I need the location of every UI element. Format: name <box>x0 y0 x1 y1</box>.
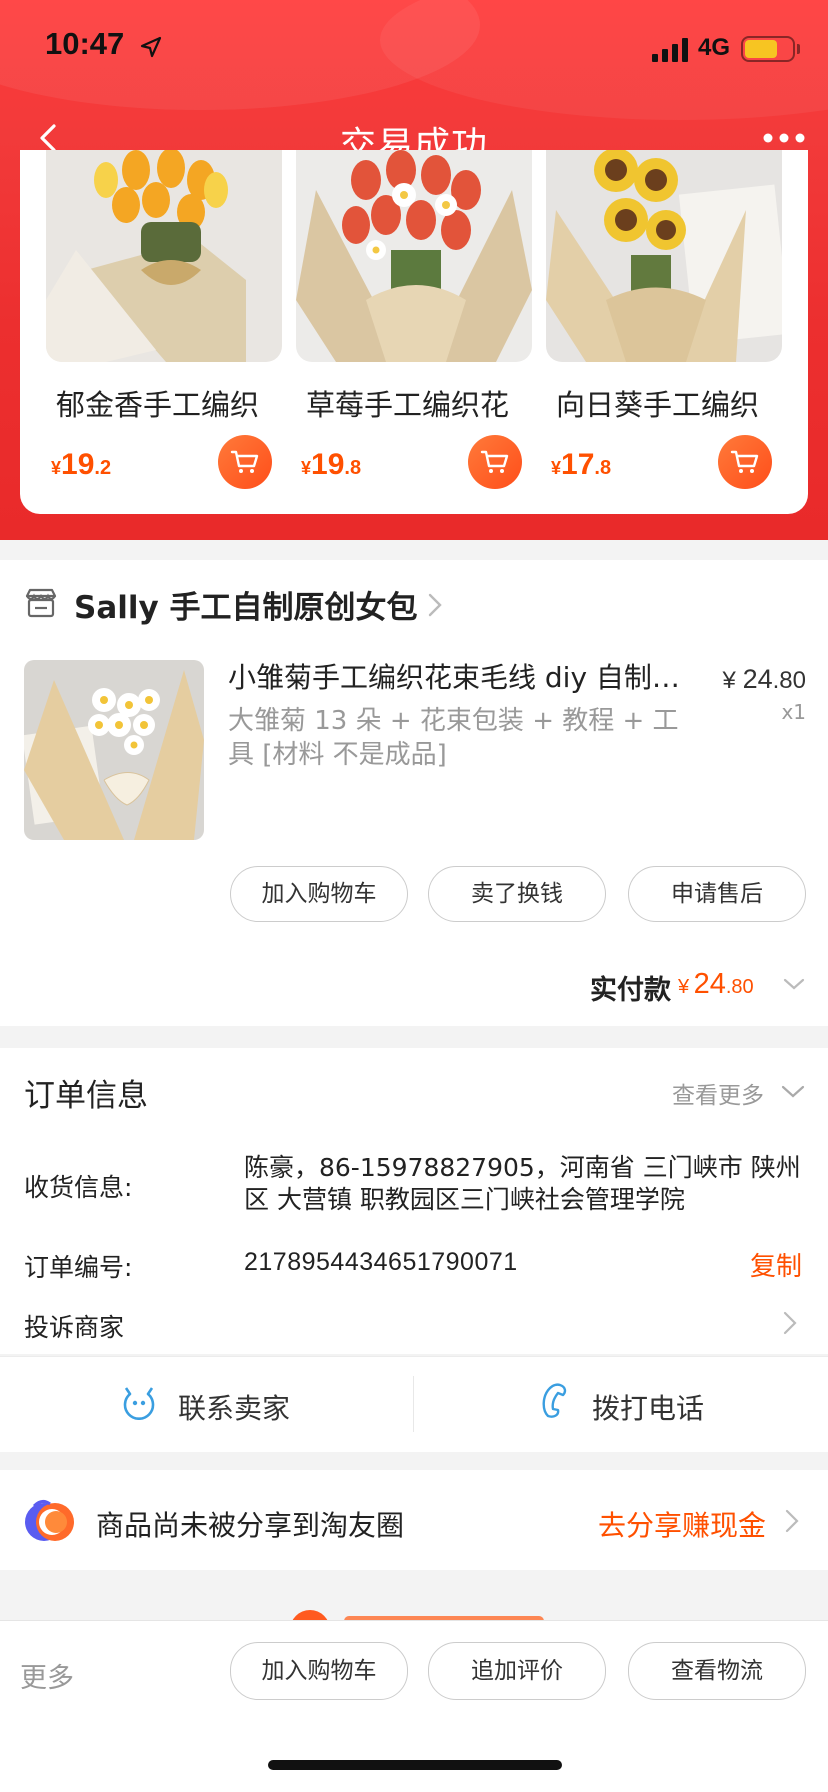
actual-payment-label: 实付款 <box>590 975 671 1006</box>
strawberry-bouquet-image <box>296 150 532 362</box>
more-button[interactable]: 更多 <box>20 1656 74 1695</box>
shop-icon <box>25 588 57 618</box>
after-sales-button[interactable]: 申请售后 <box>628 866 806 922</box>
recommendation-item[interactable]: 向日葵手工编织 ¥17.8 <box>546 150 782 514</box>
item-quantity: x1 <box>781 700 806 724</box>
daisy-bouquet-image[interactable] <box>24 660 204 840</box>
recommendation-price: ¥19.2 <box>51 448 112 481</box>
recommendation-price: ¥19.8 <box>301 448 362 481</box>
view-logistics-button[interactable]: 查看物流 <box>628 1642 806 1700</box>
recommendation-item[interactable]: 草莓手工编织花 ¥19.8 <box>296 150 532 514</box>
home-indicator <box>268 1760 562 1770</box>
complain-seller-link[interactable]: 投诉商家 <box>24 1308 124 1344</box>
recommendation-name: 向日葵手工编织 <box>556 388 760 422</box>
chevron-right-icon[interactable] <box>784 1508 800 1534</box>
shop-name[interactable]: Sally 手工自制原创女包 <box>74 582 418 627</box>
order-info-title: 订单信息 <box>24 1078 148 1114</box>
item-spec: 大雏菊 13 朵 + 花束包装 + 教程 + 工具 [材料 不是成品] <box>228 706 679 770</box>
recommendation-price: ¥17.8 <box>551 448 612 481</box>
address-label: 收货信息: <box>24 1173 133 1202</box>
recommendation-card: 郁金香手工编织 ¥19.2 草莓手工编织花 ¥19.8 向日葵手工编织 ¥17.… <box>20 150 808 514</box>
chat-face-icon[interactable] <box>120 1382 158 1420</box>
contact-seller-button[interactable]: 联系卖家 <box>178 1387 290 1427</box>
taoyouquan-icon <box>25 1499 74 1541</box>
tulip-bouquet-image <box>46 150 282 362</box>
order-number-label: 订单编号: <box>24 1253 133 1282</box>
status-time: 10:47 <box>45 26 125 61</box>
recommendation-item[interactable]: 郁金香手工编织 ¥19.2 <box>46 150 282 514</box>
add-review-button[interactable]: 追加评价 <box>428 1642 606 1700</box>
item-title[interactable]: 小雏菊手工编织花束毛线 diy 自制… <box>228 656 698 696</box>
signal-icon <box>652 38 688 62</box>
item-price: ¥ 24.80 <box>722 664 806 694</box>
add-to-cart-button[interactable] <box>218 435 272 489</box>
actual-payment-value: ¥ 24.80 <box>678 968 754 1000</box>
cart-icon <box>230 450 259 473</box>
chevron-down-icon[interactable] <box>780 1084 806 1100</box>
recommendation-name: 郁金香手工编织 <box>56 388 260 422</box>
contact-divider <box>413 1376 414 1432</box>
view-more-link[interactable]: 查看更多 <box>672 1076 764 1110</box>
share-status-text: 商品尚未被分享到淘友圈 <box>96 1509 405 1542</box>
shipping-address: 陈豪，86-15978827905，河南省 三门峡市 陕州区 大营镇 职教园区三… <box>244 1153 801 1214</box>
add-to-cart-button[interactable]: 加入购物车 <box>230 1642 408 1700</box>
more-options-icon[interactable] <box>760 126 808 150</box>
sunflower-bouquet-image <box>546 150 782 362</box>
chevron-down-icon[interactable] <box>782 976 806 992</box>
add-to-cart-button[interactable] <box>468 435 522 489</box>
share-earn-cash-link[interactable]: 去分享赚现金 <box>598 1504 766 1544</box>
call-phone-button[interactable]: 拨打电话 <box>592 1387 704 1427</box>
battery-icon <box>741 36 795 62</box>
add-to-cart-button[interactable]: 加入购物车 <box>230 866 408 922</box>
recommendation-name: 草莓手工编织花 <box>306 388 510 422</box>
add-to-cart-button[interactable] <box>718 435 772 489</box>
resell-button[interactable]: 卖了换钱 <box>428 866 606 922</box>
copy-button[interactable]: 复制 <box>750 1246 802 1283</box>
order-number: 2178954434651790071 <box>244 1248 518 1276</box>
next-section-peek <box>0 1570 828 1622</box>
cart-icon <box>730 450 759 473</box>
cart-icon <box>480 450 509 473</box>
chevron-right-icon[interactable] <box>426 592 444 618</box>
battery-tip <box>797 44 800 54</box>
location-arrow-icon <box>140 36 162 58</box>
phone-icon[interactable] <box>536 1382 572 1420</box>
network-label: 4G <box>698 34 731 61</box>
chevron-right-icon[interactable] <box>782 1310 798 1336</box>
